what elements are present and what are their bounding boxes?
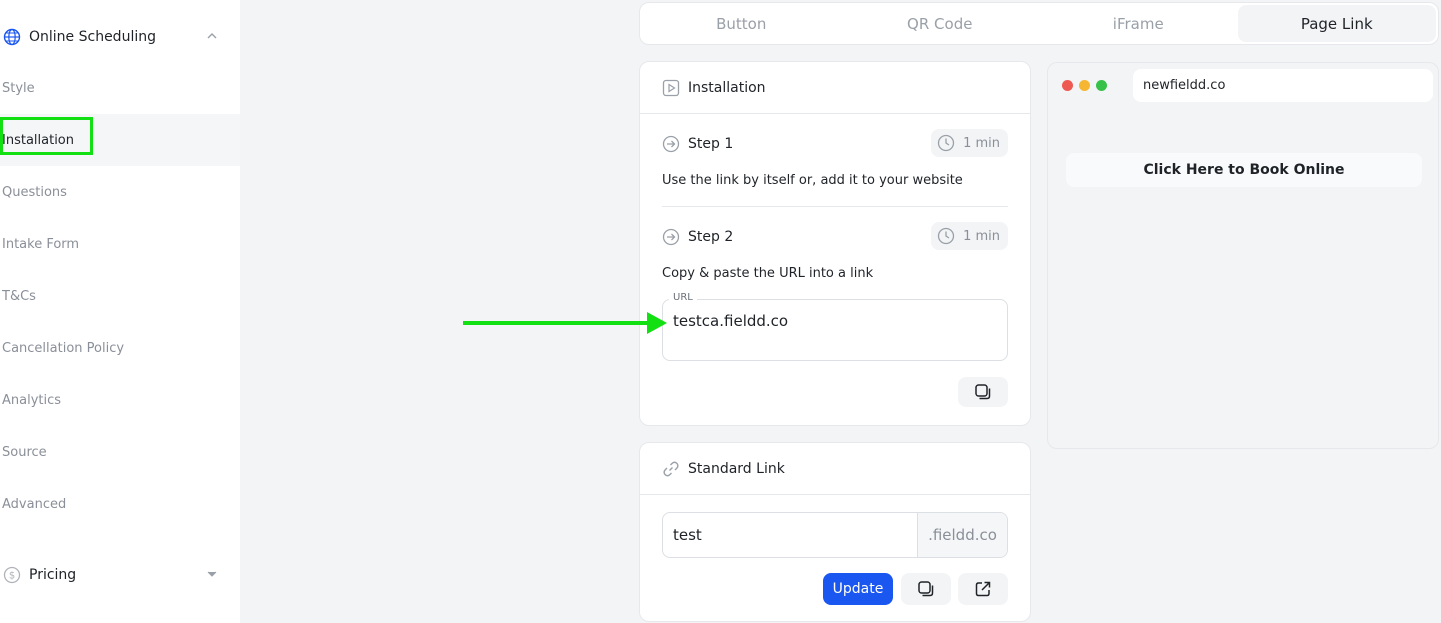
standard-link-input[interactable]: test .fieldd.co [662,512,1008,558]
sidebar-item-style[interactable]: Style [0,62,240,114]
embed-tabs: Button QR Code iFrame Page Link [639,2,1439,45]
arrow-right-circle-icon [662,135,680,153]
globe-icon [3,28,21,46]
divider [662,206,1008,207]
update-button[interactable]: Update [823,573,893,605]
standard-link-value[interactable]: test [663,513,917,557]
step-2-description: Copy & paste the URL into a link [662,266,874,281]
url-field-value[interactable]: testca.fieldd.co [673,312,788,330]
sidebar-item-source[interactable]: Source [0,426,240,478]
sidebar-item-installation[interactable]: Installation [0,114,240,166]
sidebar-item-cancellation-policy[interactable]: Cancellation Policy [0,322,240,374]
arrow-right-circle-icon [662,228,680,246]
sidebar: Online Scheduling Style Installation Que… [0,0,240,623]
standard-link-card: Standard Link test .fieldd.co Update [639,442,1031,622]
open-link-button[interactable] [958,573,1008,605]
installation-title: Installation [688,79,766,96]
sidebar-item-analytics[interactable]: Analytics [0,374,240,426]
step-1-title: Step 1 [688,136,734,152]
close-dot-icon [1062,80,1073,91]
step-2-title: Step 2 [688,229,734,245]
clock-icon [937,134,955,152]
play-square-icon [662,79,680,96]
svg-text:$: $ [9,571,15,582]
sidebar-item-intake-form[interactable]: Intake Form [0,218,240,270]
installation-card: Installation Step 1 1 min Use the link b… [639,61,1031,426]
sidebar-item-questions[interactable]: Questions [0,166,240,218]
clock-icon [937,227,955,245]
link-icon [663,461,679,476]
external-link-icon [975,581,991,597]
step-1-time-badge: 1 min [931,129,1008,157]
domain-suffix: .fieldd.co [917,513,1007,557]
section-pricing[interactable]: $ Pricing [0,555,240,595]
tab-page-link[interactable]: Page Link [1237,5,1436,42]
step-1-description: Use the link by itself or, add it to you… [662,173,963,188]
dollar-circle-icon: $ [3,566,21,584]
copy-link-button[interactable] [901,573,951,605]
tab-iframe[interactable]: iFrame [1039,5,1238,42]
standard-link-header: Standard Link [640,443,1030,495]
chevron-down-icon[interactable] [206,569,218,579]
step-1-row: Step 1 1 min [662,129,1008,159]
copy-url-button[interactable] [958,377,1008,407]
section-online-scheduling-label: Online Scheduling [29,29,156,45]
step-2-time-badge: 1 min [931,222,1008,250]
url-field-label: URL [669,292,697,303]
step-1-time: 1 min [963,135,1000,151]
arrow-right-icon [463,312,667,334]
copy-icon [918,581,934,597]
browser-preview: newfieldd.co Click Here to Book Online [1047,62,1439,449]
copy-icon [975,384,991,400]
step-2-time: 1 min [963,228,1000,244]
tab-button[interactable]: Button [642,5,841,42]
address-bar: newfieldd.co [1133,69,1433,102]
maximize-dot-icon [1096,80,1107,91]
step-2-row: Step 2 1 min [662,222,1008,252]
window-controls [1062,80,1107,91]
chevron-up-icon[interactable] [206,31,218,41]
section-pricing-label: Pricing [29,567,77,583]
minimize-dot-icon [1079,80,1090,91]
tab-qr-code[interactable]: QR Code [841,5,1040,42]
standard-link-title: Standard Link [688,460,785,477]
installation-header: Installation [640,62,1030,114]
sidebar-item-tcs[interactable]: T&Cs [0,270,240,322]
book-online-button[interactable]: Click Here to Book Online [1066,153,1422,187]
url-field[interactable]: URL testca.fieldd.co [662,292,1008,361]
section-online-scheduling[interactable]: Online Scheduling [0,17,240,57]
sidebar-item-advanced[interactable]: Advanced [0,478,240,530]
